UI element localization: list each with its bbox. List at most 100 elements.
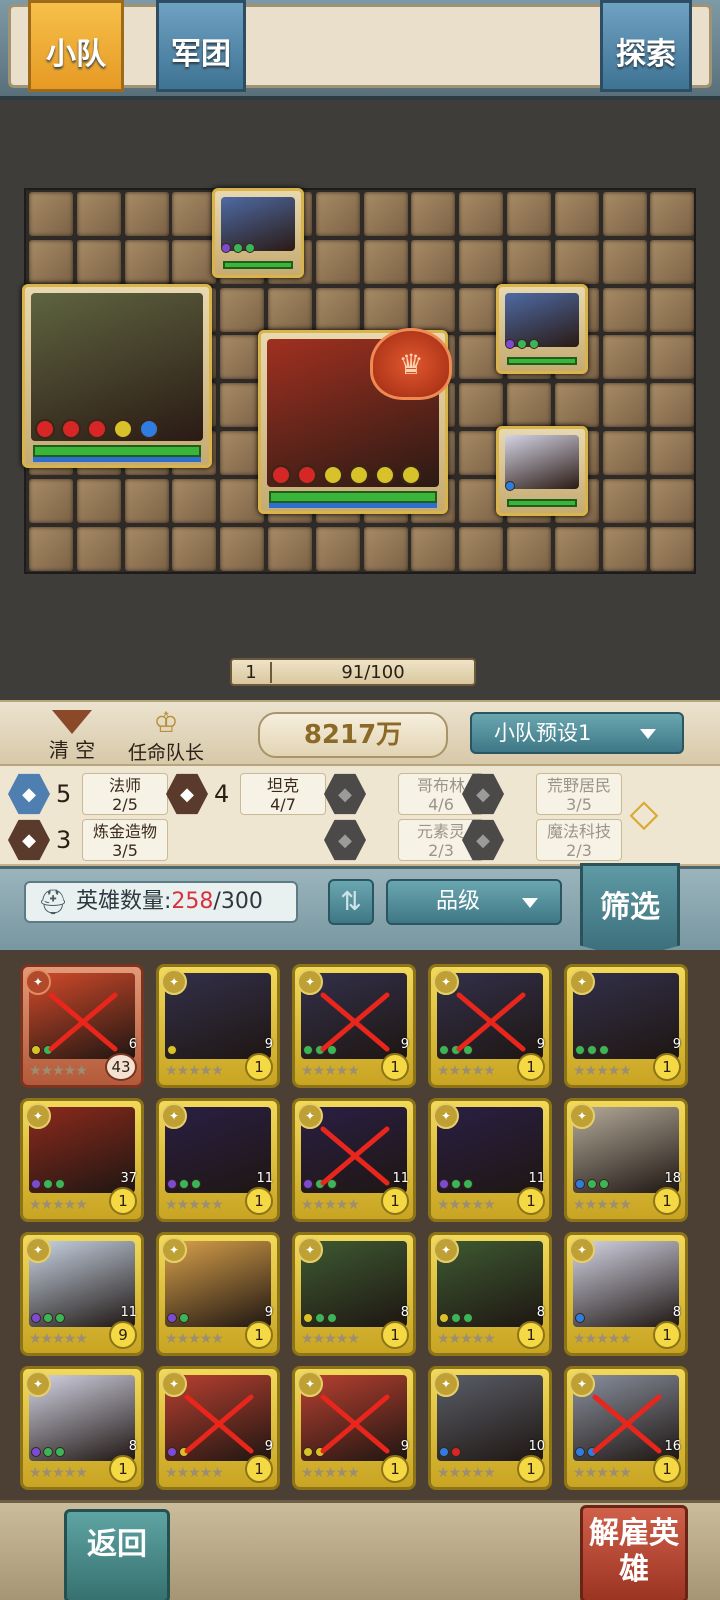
grid-cell[interactable]	[650, 335, 695, 380]
grid-cell[interactable]	[315, 526, 360, 571]
grid-cell[interactable]	[29, 239, 73, 284]
grid-cell[interactable]	[411, 192, 456, 236]
grid-cell[interactable]	[315, 192, 360, 236]
grid-cell[interactable]	[76, 478, 121, 523]
grid-cell[interactable]	[554, 526, 599, 571]
hero-card[interactable]: ✦ 8 ★★★★★ 1	[564, 1232, 688, 1356]
grid-cell[interactable]	[124, 478, 169, 523]
grid-cell[interactable]	[76, 239, 121, 284]
appoint-captain-button[interactable]: ♔ 任命队长	[118, 708, 214, 765]
hero-card[interactable]: ✦ 9 ★★★★★ 1	[156, 1232, 280, 1356]
sort-order-button[interactable]: ⇅	[328, 879, 374, 925]
expand-synergy-icon[interactable]: ⬦	[614, 786, 674, 840]
grid-cell[interactable]	[363, 526, 408, 571]
back-button[interactable]: 返回	[64, 1509, 170, 1600]
hero-card[interactable]: ✦ 11 ★★★★★ 1	[156, 1098, 280, 1222]
unit-mage-b[interactable]	[496, 284, 588, 374]
grid-cell[interactable]	[459, 192, 504, 236]
hero-card[interactable]: ✦ 18 ★★★★★ 1	[564, 1098, 688, 1222]
grid-cell[interactable]	[411, 239, 456, 284]
hero-card[interactable]: ✦ 16 ★★★★★ 1	[564, 1366, 688, 1490]
grid-cell[interactable]	[411, 287, 456, 332]
filter-button[interactable]: 筛选	[580, 863, 680, 959]
grid-cell[interactable]	[76, 192, 121, 236]
grid-cell[interactable]	[172, 526, 217, 571]
grid-cell[interactable]	[650, 431, 695, 475]
synergy-item[interactable]: ◆ 魔法科技 2/3	[462, 818, 622, 862]
tab-squad[interactable]: 小队	[28, 0, 124, 92]
grid-cell[interactable]	[124, 239, 169, 284]
hero-card[interactable]: ✦ 11 ★★★★★ 1	[428, 1098, 552, 1222]
grid-cell[interactable]	[554, 192, 599, 236]
grid-cell[interactable]	[459, 239, 504, 284]
grid-cell[interactable]	[124, 192, 169, 236]
dismiss-hero-button[interactable]: 解雇英雄	[580, 1505, 688, 1600]
grid-cell[interactable]	[554, 383, 599, 428]
hero-card[interactable]: ✦ 11 ★★★★★ 9	[20, 1232, 144, 1356]
grid-cell[interactable]	[650, 239, 695, 284]
tab-legion[interactable]: 军团	[156, 0, 246, 92]
unit-priestess[interactable]	[496, 426, 588, 516]
grid-cell[interactable]	[507, 526, 551, 571]
grid-cell[interactable]	[602, 383, 647, 428]
grid-cell[interactable]	[220, 526, 265, 571]
grid-cell[interactable]	[315, 287, 360, 332]
grid-cell[interactable]	[602, 478, 647, 523]
tab-explore[interactable]: 探索	[600, 0, 692, 92]
grid-cell[interactable]	[507, 192, 551, 236]
grid-cell[interactable]	[363, 239, 408, 284]
hero-card[interactable]: ✦ 9 ★★★★★ 1	[564, 964, 688, 1088]
grid-cell[interactable]	[172, 478, 217, 523]
unit-mage-a[interactable]	[212, 188, 304, 278]
grid-cell[interactable]	[29, 478, 73, 523]
hero-card[interactable]: ✦ 8 ★★★★★ 1	[292, 1232, 416, 1356]
hero-card[interactable]: ✦ 8 ★★★★★ 1	[20, 1366, 144, 1490]
grid-cell[interactable]	[507, 383, 551, 428]
grid-cell[interactable]	[172, 239, 217, 284]
grid-cell[interactable]	[459, 383, 504, 428]
grid-cell[interactable]	[268, 526, 312, 571]
quality-dropdown[interactable]: 品级	[386, 879, 562, 925]
preset-dropdown[interactable]: 小队预设1	[470, 712, 684, 754]
synergy-item[interactable]: ◆ 哥布林 4/6	[324, 772, 484, 816]
grid-cell[interactable]	[363, 192, 408, 236]
synergy-item[interactable]: ◆ 荒野居民 3/5	[462, 772, 622, 816]
grid-cell[interactable]	[172, 192, 217, 236]
grid-cell[interactable]	[602, 239, 647, 284]
grid-cell[interactable]	[459, 526, 504, 571]
grid-cell[interactable]	[602, 192, 647, 236]
grid-cell[interactable]	[650, 287, 695, 332]
synergy-item[interactable]: ◆ 元素灵 2/3	[324, 818, 484, 862]
grid-cell[interactable]	[220, 287, 265, 332]
synergy-item[interactable]: ◆ 5 法师 2/5	[8, 772, 168, 816]
unit-golem[interactable]	[22, 284, 212, 468]
grid-cell[interactable]	[650, 526, 695, 571]
synergy-item[interactable]: ◆ 3 炼金造物 3/5	[8, 818, 168, 862]
grid-cell[interactable]	[268, 287, 312, 332]
grid-cell[interactable]	[650, 192, 695, 236]
grid-cell[interactable]	[124, 526, 169, 571]
hero-card[interactable]: ✦ 9 ★★★★★ 1	[156, 964, 280, 1088]
grid-cell[interactable]	[650, 383, 695, 428]
grid-cell[interactable]	[602, 526, 647, 571]
hero-card[interactable]: ✦ 9 ★★★★★ 1	[292, 964, 416, 1088]
grid-cell[interactable]	[363, 287, 408, 332]
grid-cell[interactable]	[29, 526, 73, 571]
hero-card[interactable]: ✦ 8 ★★★★★ 1	[428, 1232, 552, 1356]
grid-cell[interactable]	[29, 192, 73, 236]
synergy-item[interactable]: ◆ 4 坦克 4/7	[166, 772, 326, 816]
hero-card[interactable]: ✦ 10 ★★★★★ 1	[428, 1366, 552, 1490]
grid-cell[interactable]	[554, 239, 599, 284]
hero-card[interactable]: ✦ 9 ★★★★★ 1	[156, 1366, 280, 1490]
grid-cell[interactable]	[602, 335, 647, 380]
grid-cell[interactable]	[315, 239, 360, 284]
hero-card[interactable]: ✦ 6 ★★★★★ 43	[20, 964, 144, 1088]
grid-cell[interactable]	[76, 526, 121, 571]
grid-cell[interactable]	[602, 431, 647, 475]
clear-button[interactable]: 清 空	[40, 710, 104, 766]
hero-card[interactable]: ✦ 11 ★★★★★ 1	[292, 1098, 416, 1222]
grid-cell[interactable]	[602, 287, 647, 332]
grid-cell[interactable]	[411, 526, 456, 571]
hero-card[interactable]: ✦ 37 ★★★★★ 1	[20, 1098, 144, 1222]
grid-cell[interactable]	[650, 478, 695, 523]
